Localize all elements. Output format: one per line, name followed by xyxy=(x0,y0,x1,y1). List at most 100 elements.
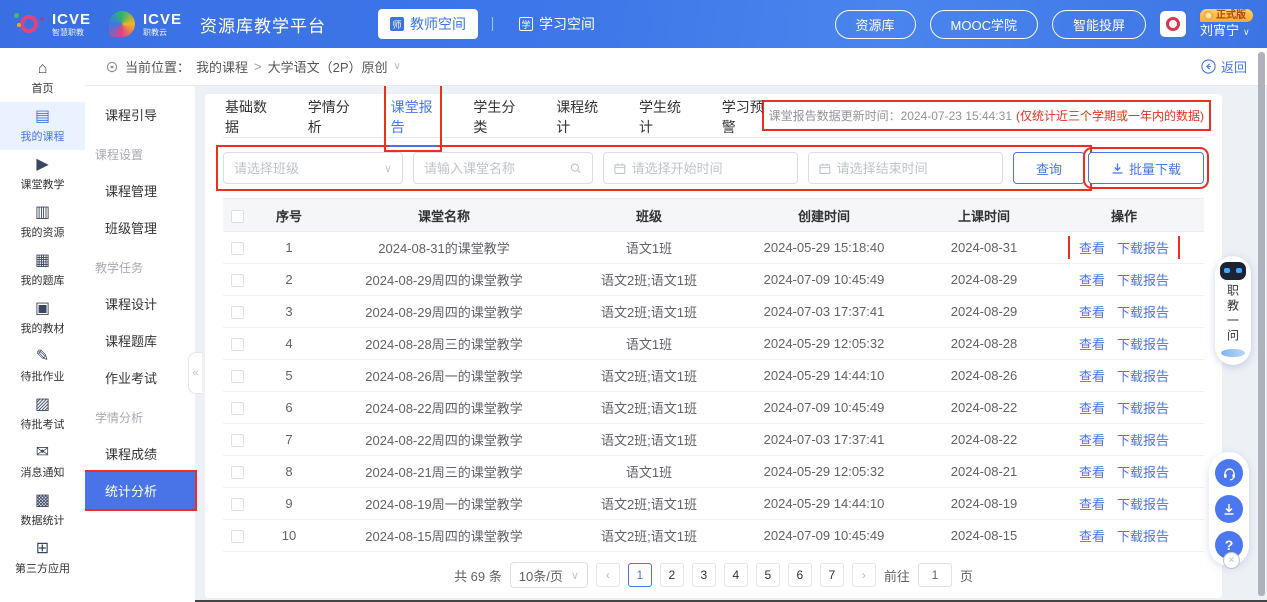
page-number-button[interactable]: 5 xyxy=(756,563,780,587)
download-report-link[interactable]: 下载报告 xyxy=(1117,334,1169,353)
quick-link-button[interactable]: MOOC学院 xyxy=(930,10,1038,39)
tab[interactable]: 学习预警 xyxy=(720,85,769,147)
learning-space-button[interactable]: 学 学习空间 xyxy=(507,9,607,39)
sidebar-item[interactable]: ✎ 待批作业 xyxy=(0,342,85,390)
prev-page-button[interactable]: ‹ xyxy=(596,563,620,587)
quick-link-button[interactable]: 资源库 xyxy=(835,10,916,39)
row-checkbox[interactable] xyxy=(231,306,244,319)
select-all-checkbox[interactable] xyxy=(231,210,244,223)
sidebar-item[interactable]: ✉ 消息通知 xyxy=(0,438,85,486)
submenu-item[interactable]: 课程设计 xyxy=(85,285,195,322)
breadcrumb-current[interactable]: 大学语文（2P）原创 xyxy=(268,57,388,76)
sidebar-item[interactable]: ▤ 我的课程 xyxy=(0,102,85,150)
tab[interactable]: 学情分析 xyxy=(306,85,355,147)
view-link[interactable]: 查看 xyxy=(1079,398,1105,417)
sidebar-item[interactable]: ⊞ 第三方应用 xyxy=(0,534,85,582)
sidebar-item[interactable]: ▦ 我的题库 xyxy=(0,246,85,294)
submenu-item[interactable]: 学情分析 xyxy=(85,400,195,435)
sidebar-item[interactable]: ▩ 数据统计 xyxy=(0,486,85,534)
view-link[interactable]: 查看 xyxy=(1079,526,1105,545)
download-report-link[interactable]: 下载报告 xyxy=(1117,494,1169,513)
start-date-input[interactable] xyxy=(632,161,787,176)
class-select-input[interactable] xyxy=(234,161,378,176)
breadcrumb-caret-icon[interactable]: ∨ xyxy=(394,61,401,72)
teacher-space-button[interactable]: 师 教师空间 xyxy=(378,9,478,39)
row-checkbox[interactable] xyxy=(231,498,244,511)
next-page-button[interactable]: › xyxy=(852,563,876,587)
submenu-item[interactable]: 课程题库 xyxy=(85,322,195,359)
row-checkbox[interactable] xyxy=(231,370,244,383)
quick-link-button[interactable]: 智能投屏 xyxy=(1052,10,1146,39)
tab[interactable]: 学生统计 xyxy=(637,85,686,147)
batch-download-button[interactable]: 批量下载 xyxy=(1088,152,1204,184)
assistant-widget[interactable]: 职教一问 xyxy=(1215,256,1251,365)
submenu-item[interactable]: 教学任务 xyxy=(85,250,195,285)
page-number-button[interactable]: 4 xyxy=(724,563,748,587)
view-link[interactable]: 查看 xyxy=(1079,334,1105,353)
sidebar-item[interactable]: ▶ 课堂教学 xyxy=(0,150,85,198)
row-actions: 查看 下载报告 xyxy=(1073,300,1175,323)
mini-app-icon[interactable] xyxy=(1160,11,1186,37)
customer-service-button[interactable] xyxy=(1215,459,1243,487)
brand2-sub: 职教云 xyxy=(143,29,182,37)
download-report-link[interactable]: 下载报告 xyxy=(1117,398,1169,417)
row-checkbox[interactable] xyxy=(231,530,244,543)
download-report-link[interactable]: 下载报告 xyxy=(1117,526,1169,545)
submenu-item[interactable]: 课程设置 xyxy=(85,137,195,172)
submenu-item[interactable]: 课程管理 xyxy=(85,172,195,209)
close-toolbar-button[interactable]: × xyxy=(1223,552,1240,569)
download-report-link[interactable]: 下载报告 xyxy=(1117,238,1169,257)
sidebar-item[interactable]: ⌂ 首页 xyxy=(0,54,85,102)
sidebar-item[interactable]: ▨ 待批考试 xyxy=(0,390,85,438)
page-number-button[interactable]: 7 xyxy=(820,563,844,587)
view-link[interactable]: 查看 xyxy=(1079,302,1105,321)
download-center-button[interactable] xyxy=(1215,495,1243,523)
row-checkbox[interactable] xyxy=(231,242,244,255)
start-date-picker[interactable] xyxy=(603,152,798,184)
sidebar-item[interactable]: ▥ 我的资源 xyxy=(0,198,85,246)
tab[interactable]: 学生分类 xyxy=(471,85,520,147)
page-number-button[interactable]: 6 xyxy=(788,563,812,587)
page-number-button[interactable]: 3 xyxy=(692,563,716,587)
search-button[interactable]: 查询 xyxy=(1013,152,1085,184)
page-size-select[interactable]: 10条/页 ∨ xyxy=(510,562,588,588)
lesson-name-input[interactable] xyxy=(424,161,564,176)
sidebar-item[interactable]: ▣ 我的教材 xyxy=(0,294,85,342)
tab[interactable]: 基础数据 xyxy=(223,85,272,147)
breadcrumb-path[interactable]: 我的课程 xyxy=(196,57,248,76)
row-checkbox[interactable] xyxy=(231,434,244,447)
download-report-link[interactable]: 下载报告 xyxy=(1117,366,1169,385)
submenu-item[interactable]: 班级管理 xyxy=(85,209,195,246)
page-number-button[interactable]: 1 xyxy=(628,563,652,587)
lesson-name-search[interactable] xyxy=(413,152,593,184)
view-link[interactable]: 查看 xyxy=(1079,494,1105,513)
tab[interactable]: 课堂报告 xyxy=(389,85,438,147)
class-select[interactable]: ∨ xyxy=(223,152,403,184)
view-link[interactable]: 查看 xyxy=(1079,430,1105,449)
download-report-link[interactable]: 下载报告 xyxy=(1117,270,1169,289)
back-button[interactable]: 返回 xyxy=(1201,57,1247,76)
view-link[interactable]: 查看 xyxy=(1079,270,1105,289)
submenu-item[interactable]: 课程成绩 xyxy=(85,435,195,472)
submenu-collapse-handle[interactable]: « xyxy=(188,352,202,394)
view-link[interactable]: 查看 xyxy=(1079,462,1105,481)
row-checkbox[interactable] xyxy=(231,466,244,479)
goto-page-input[interactable] xyxy=(918,563,952,587)
user-menu[interactable]: 刘宵宁 ∨ xyxy=(1200,24,1250,39)
submenu-item[interactable]: 课程引导 xyxy=(85,96,195,133)
row-checkbox[interactable] xyxy=(231,274,244,287)
submenu-item[interactable]: 作业考试 xyxy=(85,359,195,396)
end-date-picker[interactable] xyxy=(808,152,1003,184)
download-report-link[interactable]: 下载报告 xyxy=(1117,430,1169,449)
end-date-input[interactable] xyxy=(837,161,992,176)
row-checkbox[interactable] xyxy=(231,338,244,351)
download-report-link[interactable]: 下载报告 xyxy=(1117,302,1169,321)
tab[interactable]: 课程统计 xyxy=(554,85,603,147)
submenu-item[interactable]: 统计分析 xyxy=(85,472,195,509)
view-link[interactable]: 查看 xyxy=(1079,238,1105,257)
download-report-link[interactable]: 下载报告 xyxy=(1117,462,1169,481)
page-number-button[interactable]: 2 xyxy=(660,563,684,587)
page-scrollbar[interactable] xyxy=(1258,52,1265,596)
view-link[interactable]: 查看 xyxy=(1079,366,1105,385)
row-checkbox[interactable] xyxy=(231,402,244,415)
